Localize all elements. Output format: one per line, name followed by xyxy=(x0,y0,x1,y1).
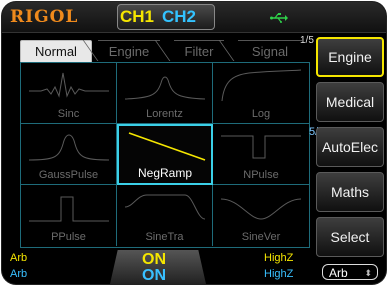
arb-select-dropdown[interactable]: Arb ⬍ xyxy=(322,264,378,280)
status-bar: Arb Arb ON ON HighZ HighZ xyxy=(2,250,312,284)
waveform-cell-sinever[interactable]: SineVer xyxy=(213,185,309,246)
waveform-label: GaussPulse xyxy=(38,169,99,181)
waveform-label: Lorentz xyxy=(146,108,183,120)
sinever-wave-icon xyxy=(220,198,302,220)
ch2-output-status: ON xyxy=(142,267,166,284)
waveform-cell-gausspulse[interactable]: GaussPulse xyxy=(21,124,117,185)
sinc-wave-icon xyxy=(29,72,109,98)
softkey-engine[interactable]: Engine xyxy=(316,37,384,77)
tab-engine[interactable]: Engine xyxy=(98,40,160,62)
tab-filter[interactable]: Filter xyxy=(174,40,224,62)
negramp-wave-icon xyxy=(128,132,206,161)
softkey-medical[interactable]: Medical xyxy=(316,82,384,122)
gausspulse-wave-icon xyxy=(28,134,110,161)
waveform-cell-ppulse[interactable]: PPulse xyxy=(21,185,117,246)
waveform-cell-npulse[interactable]: 5/13 NPulse xyxy=(213,124,330,185)
waveform-label: SineVer xyxy=(241,231,281,243)
page-indicator: 1/5 xyxy=(300,35,314,46)
sinetra-wave-icon xyxy=(124,194,206,220)
softkey-select[interactable]: Select xyxy=(316,217,384,257)
instrument-screen: RIGOL CH1 CH2 Normal Engine Filter Signa… xyxy=(2,2,386,284)
ch1-mode: Arb xyxy=(10,252,28,264)
softkey-maths[interactable]: Maths xyxy=(316,172,384,212)
waveform-cell-lorentz[interactable]: Lorentz xyxy=(117,63,213,124)
ch2-label[interactable]: CH2 xyxy=(162,7,196,27)
waveform-cell-sinetra[interactable]: SineTra xyxy=(117,185,213,246)
waveform-cell-log[interactable]: Log xyxy=(213,63,309,124)
waveform-label: NPulse xyxy=(243,169,279,181)
ppulse-wave-icon xyxy=(29,196,109,222)
waveform-label: Log xyxy=(251,108,271,120)
npulse-wave-icon xyxy=(221,135,301,159)
top-bar: RIGOL CH1 CH2 xyxy=(2,2,386,33)
waveform-label: NegRamp xyxy=(137,166,193,180)
arb-select-value: Arb xyxy=(329,266,348,280)
waveform-cell-sinc[interactable]: Sinc xyxy=(21,63,117,124)
waveform-grid: Sinc Lorentz Log GaussPulse NegRamp NPul… xyxy=(20,62,330,248)
ch1-impedance: HighZ xyxy=(264,252,294,264)
usb-icon xyxy=(270,13,288,23)
up-down-icon: ⬍ xyxy=(364,268,372,278)
tab-normal[interactable]: Normal xyxy=(20,40,92,63)
waveform-cell-negramp[interactable]: NegRamp xyxy=(117,124,213,185)
waveform-label: Sinc xyxy=(57,108,80,120)
log-wave-icon xyxy=(221,69,302,102)
waveform-label: PPulse xyxy=(51,231,86,243)
brand-logo: RIGOL xyxy=(10,7,79,27)
lorentz-wave-icon xyxy=(124,76,206,100)
waveform-label: SineTra xyxy=(145,231,184,243)
ch2-mode: Arb xyxy=(10,268,28,280)
ch1-label[interactable]: CH1 xyxy=(120,7,154,27)
softkey-autoelec[interactable]: AutoElec xyxy=(316,127,384,167)
tab-signal[interactable]: Signal xyxy=(238,40,302,62)
ch2-impedance: HighZ xyxy=(264,268,294,280)
